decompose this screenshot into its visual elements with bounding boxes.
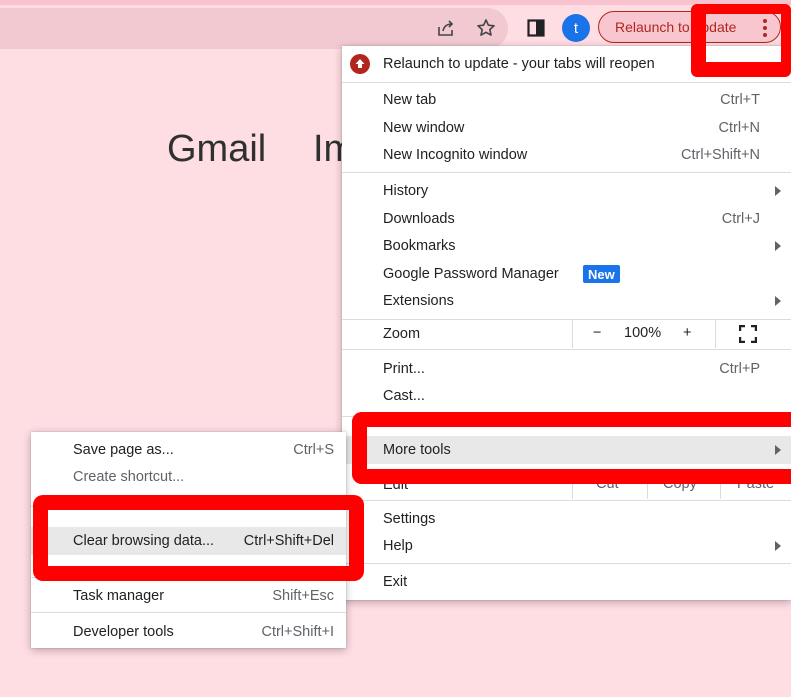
menu-item-new-tab[interactable]: New tab Ctrl+T	[342, 86, 791, 114]
address-bar[interactable]	[0, 8, 508, 49]
menu-item-exit[interactable]: Exit	[342, 568, 791, 596]
menu-item-extensions[interactable]: Extensions	[342, 287, 791, 315]
menu-item-password-manager[interactable]: Google Password Manager New	[342, 260, 791, 288]
menu-item-label: History	[383, 183, 429, 199]
menu-item-settings[interactable]: Settings	[342, 505, 791, 533]
menu-divider	[342, 349, 791, 350]
zoom-controls: − 100% +	[572, 320, 716, 348]
menu-item-shortcut: Ctrl+S	[293, 442, 334, 458]
menu-item-shortcut: Ctrl+Shift+Del	[243, 533, 334, 549]
relaunch-pill-label: Relaunch to update	[615, 19, 737, 35]
kebab-menu-icon[interactable]	[754, 14, 776, 42]
images-link[interactable]: Images	[313, 128, 343, 171]
menu-item-print[interactable]: Print... Ctrl+P	[342, 355, 791, 383]
more-tools-submenu: Save page as... Ctrl+S Create shortcut..…	[31, 432, 346, 648]
menu-item-label: Edit	[383, 477, 408, 493]
menu-item-label: More tools	[383, 442, 451, 458]
menu-item-label: Task manager	[73, 588, 165, 604]
menu-item-bookmarks[interactable]: Bookmarks	[342, 232, 791, 260]
profile-avatar[interactable]: t	[562, 14, 590, 42]
menu-divider	[31, 506, 346, 507]
menu-item-label: Clear browsing data...	[73, 533, 215, 549]
menu-item-label: New window	[383, 120, 465, 136]
menu-item-label: Cast...	[383, 388, 425, 404]
menu-item-create-shortcut: Create shortcut...	[31, 463, 346, 491]
avatar-initial: t	[573, 19, 579, 37]
menu-item-history[interactable]: History	[342, 177, 791, 205]
update-arrow-icon	[350, 54, 370, 74]
menu-item-label: Developer tools	[73, 624, 174, 640]
menu-item-label: Save page as...	[73, 442, 174, 458]
paste-button[interactable]: Paste	[737, 476, 774, 492]
menu-item-new-window[interactable]: New window Ctrl+N	[342, 114, 791, 142]
tab-strip-edge	[0, 0, 791, 5]
menu-item-relaunch[interactable]: Relaunch to update - your tabs will reop…	[342, 50, 791, 78]
menu-item-label: Relaunch to update - your tabs will reop…	[383, 56, 655, 72]
menu-divider	[342, 416, 791, 417]
zoom-level: 100%	[624, 325, 662, 341]
menu-item-label: Create shortcut...	[73, 469, 185, 485]
menu-item-downloads[interactable]: Downloads Ctrl+J	[342, 205, 791, 233]
menu-item-shortcut: Ctrl+P	[719, 361, 760, 377]
menu-divider	[31, 577, 346, 578]
menu-divider	[342, 563, 791, 564]
chrome-main-menu: Relaunch to update - your tabs will reop…	[342, 46, 791, 600]
menu-item-help[interactable]: Help	[342, 532, 791, 560]
menu-item-label: New tab	[383, 92, 437, 108]
star-icon[interactable]	[474, 16, 498, 40]
chevron-right-icon	[775, 241, 781, 251]
menu-divider	[31, 612, 346, 613]
chevron-right-icon	[775, 296, 781, 306]
chevron-right-icon	[775, 541, 781, 551]
share-icon[interactable]	[434, 16, 458, 40]
menu-item-label: Zoom	[383, 326, 421, 342]
menu-item-label: Exit	[383, 574, 408, 590]
chevron-right-icon	[775, 445, 781, 455]
menu-item-edit: Edit Cut Copy Paste	[342, 471, 791, 499]
menu-item-shortcut: Ctrl+N	[718, 120, 761, 136]
menu-item-task-manager[interactable]: Task manager Shift+Esc	[31, 582, 346, 610]
edit-controls: Cut Copy Paste	[572, 471, 791, 499]
cut-button[interactable]: Cut	[596, 476, 619, 492]
menu-item-label: Extensions	[383, 293, 454, 309]
menu-item-more-tools[interactable]: More tools	[342, 436, 791, 464]
menu-item-label: Google Password Manager	[383, 266, 559, 282]
menu-item-clear-browsing-data[interactable]: Clear browsing data... Ctrl+Shift+Del	[31, 527, 346, 555]
menu-item-label: Downloads	[383, 211, 455, 227]
zoom-in-button[interactable]: +	[683, 325, 691, 341]
menu-item-shortcut: Ctrl+Shift+I	[261, 624, 334, 640]
side-panel-icon[interactable]	[524, 16, 548, 40]
menu-item-shortcut: Shift+Esc	[272, 588, 334, 604]
copy-button[interactable]: Copy	[663, 476, 697, 492]
menu-item-zoom: Zoom − 100% +	[342, 320, 791, 348]
menu-item-label: Bookmarks	[383, 238, 456, 254]
menu-item-label: Help	[383, 538, 413, 554]
menu-item-shortcut: Ctrl+J	[721, 211, 760, 227]
new-badge: New	[583, 265, 620, 283]
menu-item-label: Settings	[383, 511, 436, 527]
menu-item-label: New Incognito window	[383, 147, 528, 163]
menu-item-label: Print...	[383, 361, 425, 377]
gmail-link[interactable]: Gmail	[167, 128, 266, 171]
menu-item-cast[interactable]: Cast...	[342, 382, 791, 410]
menu-item-developer-tools[interactable]: Developer tools Ctrl+Shift+I	[31, 618, 346, 646]
menu-item-shortcut: Ctrl+T	[720, 92, 760, 108]
zoom-out-button[interactable]: −	[593, 325, 601, 341]
menu-divider	[342, 500, 791, 501]
chevron-right-icon	[775, 186, 781, 196]
menu-divider	[342, 172, 791, 173]
menu-item-new-incognito-window[interactable]: New Incognito window Ctrl+Shift+N	[342, 141, 791, 169]
menu-divider	[342, 82, 791, 83]
menu-item-save-page-as[interactable]: Save page as... Ctrl+S	[31, 436, 346, 464]
menu-item-shortcut: Ctrl+Shift+N	[681, 147, 760, 163]
fullscreen-icon[interactable]	[739, 325, 757, 343]
